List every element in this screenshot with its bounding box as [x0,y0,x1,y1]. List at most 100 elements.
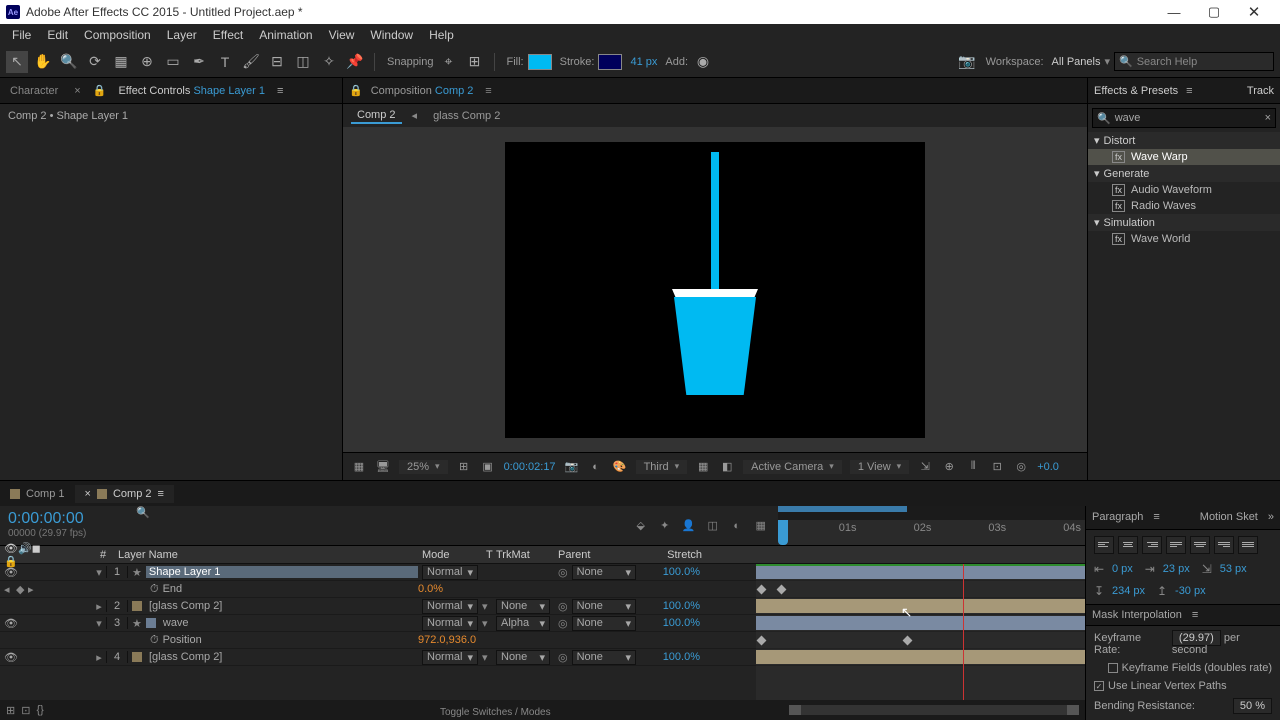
view-dropdown[interactable]: 1 View [850,460,909,474]
twirl-icon[interactable]: ▾ [92,617,106,630]
expand-icon[interactable]: » [1268,511,1274,523]
rotate-tool[interactable]: ⟳ [84,51,106,73]
monitor-icon[interactable]: 🖥 [375,460,391,473]
tab-effects-presets[interactable]: Effects & Presets [1094,85,1178,97]
timeline-timecode[interactable]: 0:00:00:00 [8,510,120,528]
layer-bar[interactable] [756,616,1085,630]
exposure-reset-icon[interactable]: ◎ [1013,460,1029,473]
fill-swatch[interactable] [528,54,552,70]
space-after[interactable]: ↥-30 px [1157,584,1206,598]
maximize-button[interactable]: ▢ [1194,0,1234,24]
panel-menu-icon[interactable]: ≡ [158,488,164,500]
eye-icon[interactable]: 👁 [4,566,14,579]
keyframe[interactable] [903,636,913,646]
panel-menu-icon[interactable]: ≡ [277,85,283,97]
align-left[interactable] [1094,536,1114,554]
group-simulation[interactable]: ▾Simulation [1088,214,1280,231]
comp-timecode[interactable]: 0:00:02:17 [504,461,556,473]
roto-tool[interactable]: ✧ [318,51,340,73]
camera-tool[interactable]: ▦ [110,51,132,73]
group-distort[interactable]: ▾Distort [1088,132,1280,149]
channel-icon[interactable]: ◐ [588,461,604,473]
twirl-icon[interactable]: ▸ [92,651,106,664]
full-res-icon[interactable]: ⊞ [456,460,472,473]
tab-close[interactable]: × [70,85,84,97]
indent-first[interactable]: ⇥23 px [1145,562,1190,576]
breadcrumb-comp2[interactable]: Comp 2 [351,108,402,124]
stretch-value[interactable]: 100.0% [640,566,706,578]
zoom-tool[interactable]: 🔍 [58,51,80,73]
mode-dropdown[interactable]: Normal▾ [422,616,478,631]
twirl-icon[interactable]: ▾ [92,566,106,579]
snapshot-icon[interactable]: 📷 [564,460,580,473]
stretch-value[interactable]: 100.0% [640,651,706,663]
space-before[interactable]: ↧234 px [1094,584,1145,598]
snap-icon[interactable]: ⌖ [438,51,460,73]
effect-audio-waveform[interactable]: fxAudio Waveform [1088,182,1280,198]
close-button[interactable]: ✕ [1234,0,1274,24]
minimize-button[interactable]: — [1154,0,1194,24]
menu-file[interactable]: File [4,26,39,44]
pixel-icon[interactable]: ⊡ [989,460,1005,473]
anchor-tool[interactable]: ⊕ [136,51,158,73]
menu-view[interactable]: View [321,26,363,44]
layer-bar[interactable] [756,565,1085,579]
twirl-icon[interactable]: ▸ [92,600,106,613]
zoom-slider[interactable] [789,705,1079,715]
shy-icon[interactable]: 👤 [680,517,698,535]
search-help[interactable]: 🔍 Search Help [1114,52,1274,71]
group-generate[interactable]: ▾Generate [1088,165,1280,182]
pickwhip-icon[interactable]: ◎ [558,600,568,613]
workspace-value[interactable]: All Panels [1052,56,1101,68]
parent-dropdown[interactable]: None▾ [572,565,636,580]
text-tool[interactable]: T [214,51,236,73]
transparency-icon[interactable]: ▦ [695,460,711,473]
snap-ext-icon[interactable]: ⊞ [464,51,486,73]
prop-value[interactable]: 972.0,936.0 [414,634,476,646]
toggle-switches-modes[interactable]: Toggle Switches / Modes [440,707,551,718]
keyframe[interactable] [757,636,767,646]
mode-dropdown[interactable]: Normal▾ [422,565,478,580]
mode-dropdown[interactable]: Normal▾ [422,599,478,614]
brainstorm-icon[interactable]: ▦ [752,517,770,535]
zoom-dropdown[interactable]: 25% [399,460,448,474]
timeline-tracks[interactable]: ↖ [756,564,1085,700]
lock-icon[interactable]: 🔒 [349,84,363,97]
parent-dropdown[interactable]: None▾ [572,650,636,665]
tab-track[interactable]: Track [1247,85,1274,97]
kf-diamond-icon[interactable]: ◆ [16,583,26,596]
indent-right[interactable]: ⇲53 px [1202,562,1247,576]
eye-icon[interactable]: 👁 [4,651,14,664]
snapping-label[interactable]: Snapping [387,56,434,68]
tab-comp2[interactable]: ×Comp 2≡ [75,485,174,503]
share-icon[interactable]: ⇲ [917,460,933,473]
frame-blend-icon[interactable]: ◫ [704,517,722,535]
mask-icon[interactable]: ◧ [719,460,735,473]
eraser-tool[interactable]: ◫ [292,51,314,73]
tab-close[interactable]: × [85,488,91,500]
trkmat-dropdown[interactable]: Alpha▾ [496,616,550,631]
pen-tool[interactable]: ✒ [188,51,210,73]
justify-last-center[interactable] [1190,536,1210,554]
comp-label[interactable]: Composition Comp 2 [371,85,474,97]
tab-paragraph[interactable]: Paragraph [1092,511,1143,523]
roi-icon[interactable]: ▣ [480,460,496,473]
justify-all[interactable] [1238,536,1258,554]
menu-composition[interactable]: Composition [76,26,159,44]
parent-dropdown[interactable]: None▾ [572,616,636,631]
next-kf-icon[interactable]: ▸ [28,583,38,596]
resolution-dropdown[interactable]: Third [636,460,688,474]
stretch-value[interactable]: 100.0% [640,617,706,629]
tab-mask-interpolation[interactable]: Mask Interpolation [1092,609,1182,621]
tab-effect-controls[interactable]: Effect Controls Shape Layer 1 [114,83,269,99]
align-right[interactable] [1142,536,1162,554]
color-icon[interactable]: 🎨 [612,460,628,473]
effect-wave-world[interactable]: fxWave World [1088,231,1280,247]
panel-menu-icon[interactable]: ≡ [1192,609,1198,621]
pickwhip-icon[interactable]: ◎ [558,651,568,664]
camera-dropdown[interactable]: Active Camera [743,460,842,474]
tab-comp1[interactable]: Comp 1 [0,485,75,503]
stroke-swatch[interactable] [598,54,622,70]
bending-value[interactable]: 50 % [1233,698,1272,714]
timeline-icon[interactable]: ⫴ [965,460,981,473]
